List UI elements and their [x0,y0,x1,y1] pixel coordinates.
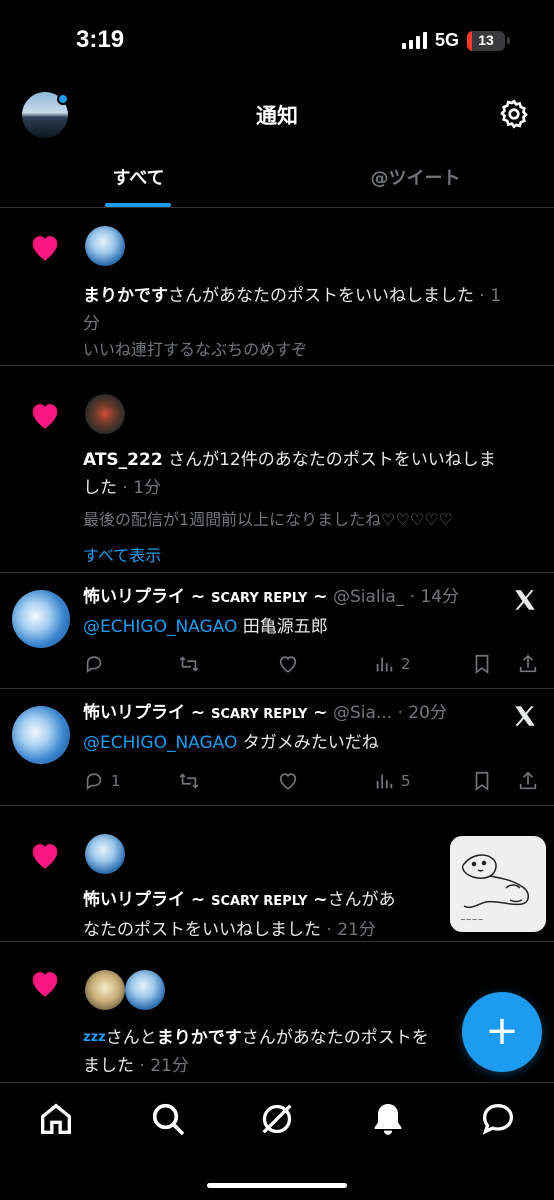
notification-like-3[interactable]: 怖いリプライ ~ SCARY REPLY ~さんがあ なたのポストをいいねしまし… [0,806,554,942]
like-button[interactable] [277,770,299,792]
post-actions: 2 [83,653,540,679]
messages-icon[interactable] [478,1099,518,1139]
status-bar: 3:19 5G 13 [0,0,554,80]
avatar[interactable] [12,706,70,764]
views-icon [376,657,393,672]
heart-icon [32,844,58,869]
reply-header: 怖いリプライ ~ SCARY REPLY ~ @Sia... · 20分 [83,703,447,723]
like-icon [279,773,297,790]
reply-text: @ECHIGO_NAGAO タガメみたいだね [83,733,379,753]
network-type: 5G [434,30,459,50]
notification-text: まりかですさんがあなたのポストをいいねしました · 1 分 [83,286,502,334]
tab-all[interactable]: すべて [0,164,277,190]
post-snippet: 最後の配信が1週間前以上になりましたね♡♡♡♡♡ [83,510,453,529]
bottom-nav [0,1082,554,1200]
notification-like-2[interactable]: ATS_222 さんが12件のあなたのポストをいいねしま した · 1分 最後の… [0,366,554,573]
notification-text: 怖いリプライ ~ SCARY REPLY ~さんがあ なたのポストをいいねしまし… [83,890,396,940]
settings-gear-icon[interactable] [498,98,530,130]
compose-button[interactable]: + [462,992,542,1072]
battery-icon: 13 [467,30,505,51]
avatar[interactable] [12,590,70,648]
reply-icon [86,656,102,673]
sketch-image: ~~~~ [460,854,529,924]
bookmark-icon [475,771,489,791]
notification-like-1[interactable]: まりかですさんがあなたのポストをいいねしました · 1 分 いいね連打するなぶち… [0,208,554,366]
battery-cap [507,37,510,44]
notifications-icon[interactable] [368,1099,408,1139]
share-button[interactable] [517,653,539,675]
avatar[interactable] [85,970,125,1010]
reply-header: 怖いリプライ ~ SCARY REPLY ~ @Sialia_ · 14分 [83,587,460,607]
home-icon[interactable] [36,1099,76,1139]
svg-text:~~~~: ~~~~ [460,916,484,924]
avatar[interactable] [85,394,125,434]
header: 通知 [0,86,554,146]
avatar[interactable] [85,834,125,874]
plus-icon: + [485,1008,519,1054]
status-indicators: 5G 13 [401,30,510,51]
x-logo-icon [515,706,535,726]
bookmark-button[interactable] [471,770,493,792]
repost-icon [179,773,199,789]
avatar[interactable] [85,226,125,266]
repost-icon [179,656,199,672]
status-time: 3:19 [76,26,125,53]
heart-icon [32,236,58,261]
views-button[interactable]: 2 [373,653,411,675]
reply-button[interactable] [83,653,111,675]
post-snippet: いいね連打するなぶちのめすぞ [83,340,308,359]
notification-text: ATS_222 さんが12件のあなたのポストをいいねしま した · 1分 [83,450,496,498]
notification-text: zzzさんとまりかですさんがあなたのポストを ました · 21分 [83,1028,429,1076]
bookmark-icon [475,654,489,674]
reply-icon [86,773,102,790]
battery-level: 13 [478,31,494,48]
heart-icon [32,404,58,429]
heart-icon [32,972,58,997]
repost-button[interactable] [178,653,200,675]
notification-tabs: すべて @ツイート [0,148,554,208]
share-button[interactable] [517,770,539,792]
post-thumbnail[interactable]: ~~~~ [450,836,546,932]
grok-icon[interactable] [257,1099,297,1139]
signal-icon [401,32,427,49]
x-logo-icon [515,590,535,610]
page-title: 通知 [256,104,298,128]
show-all-link[interactable]: すべて表示 [83,542,534,566]
tab-indicator [105,203,171,207]
avatar[interactable] [125,970,165,1010]
views-button[interactable]: 5 [373,770,411,792]
post-actions: 1 5 [83,770,540,796]
notification-reply-2[interactable]: 怖いリプライ ~ SCARY REPLY ~ @Sia... · 20分 @EC… [0,689,554,806]
home-indicator [207,1183,347,1188]
share-icon [519,771,537,790]
views-icon [376,774,393,789]
reply-button[interactable]: 1 [83,770,121,792]
like-icon [279,656,297,673]
repost-button[interactable] [178,770,200,792]
tab-mentions[interactable]: @ツイート [277,164,554,190]
share-icon [519,654,537,673]
notification-reply-1[interactable]: 怖いリプライ ~ SCARY REPLY ~ @Sialia_ · 14分 @E… [0,573,554,689]
like-button[interactable] [277,653,299,675]
search-icon[interactable] [148,1099,188,1139]
reply-text: @ECHIGO_NAGAO 田亀源五郎 [83,617,328,637]
bookmark-button[interactable] [471,653,493,675]
